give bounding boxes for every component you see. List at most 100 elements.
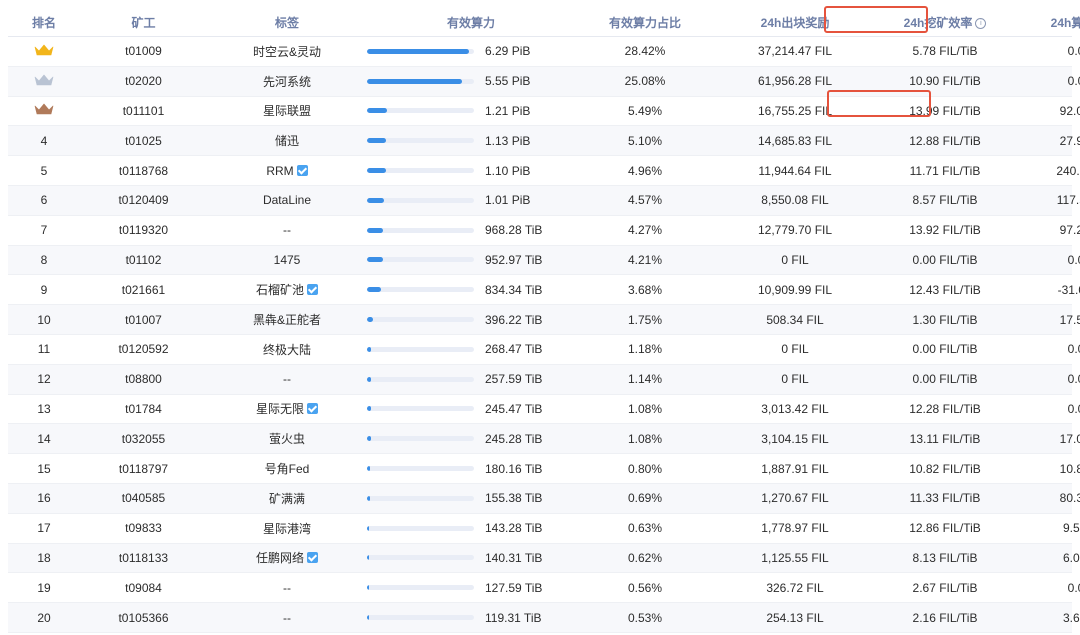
power-increase: 0.00 B	[1067, 74, 1080, 89]
bronze-crown-icon	[34, 103, 54, 115]
header-pct[interactable]: 有效算力占比	[575, 14, 715, 31]
power-share: 4.96%	[627, 163, 663, 178]
power-value: 834.34 TiB	[485, 282, 543, 297]
header-power-label: 有效算力	[446, 15, 495, 30]
block-reward: 1,778.97 FIL	[761, 521, 829, 536]
power-bar	[367, 108, 485, 114]
power-increase: 27.91 TiB	[1059, 133, 1080, 148]
tag-cell: --	[207, 223, 367, 237]
verified-icon	[307, 552, 318, 564]
power-bar-fill	[367, 495, 370, 501]
table-row[interactable]: 11 t0120592 终极大陆 268.47 TiB 1.18% 0 FIL 0.00 F…	[8, 335, 1080, 365]
miner-link[interactable]: t0118797	[80, 462, 207, 476]
table-row[interactable]: 16 t040585 矿满满 155.38 TiB 0.69% 1,270.67 FIL 1…	[8, 483, 1080, 514]
table-row[interactable]: 6 t0120409 DataLine 1.01 PiB 4.57% 8,550.08 F…	[8, 185, 1080, 216]
rank-cell: 19	[37, 580, 51, 595]
table-row[interactable]: 9 t021661 石榴矿池 834.34 TiB 3.68% 10,909.99 FIL…	[8, 275, 1080, 306]
power-increase: 97.22 TiB	[1059, 223, 1080, 238]
power-value: 180.16 TiB	[485, 461, 543, 476]
header-power[interactable]: 有效算力	[367, 14, 575, 31]
table-row[interactable]: 13 t01784 星际无限 245.47 TiB 1.08% 3,013.42 FIL 1…	[8, 395, 1080, 425]
power-increase: 0.00 B	[1067, 342, 1080, 357]
miner-link[interactable]: t01784	[80, 402, 207, 416]
miner-link[interactable]: t011101	[80, 104, 207, 118]
miner-link[interactable]: t0118133	[80, 551, 207, 565]
tag-cell: --	[207, 581, 367, 595]
mining-efficiency: 5.78 FIL/TiB	[912, 44, 978, 59]
mining-efficiency: 0.00 FIL/TiB	[912, 252, 978, 267]
power-bar-fill	[367, 466, 371, 472]
table-row[interactable]: 18 t0118133 任鹏网络 140.31 TiB 0.62% 1,125.55 FI…	[8, 543, 1080, 574]
info-icon[interactable]: i	[975, 17, 987, 29]
table-row[interactable]: 12 t08800 -- 257.59 TiB 1.14% 0 FIL 0.00 FIL/T…	[8, 364, 1080, 395]
miner-link[interactable]: t0120592	[80, 342, 207, 356]
block-reward: 254.13 FIL	[766, 610, 824, 625]
miner-link[interactable]: t032055	[80, 432, 207, 446]
mining-efficiency: 11.33 FIL/TiB	[909, 491, 981, 506]
tag-label: 时空云&灵动	[252, 44, 321, 59]
header-increase[interactable]: 24h算力增量	[1015, 14, 1080, 31]
header-tag[interactable]: 标签	[207, 14, 367, 31]
tag-label: --	[283, 610, 291, 625]
miner-link[interactable]: t08800	[80, 372, 207, 386]
table-row[interactable]: 7 t0119320 -- 968.28 TiB 4.27% 12,779.70 FIL 1…	[8, 216, 1080, 246]
table-row[interactable]: 5 t0118768 RRM 1.10 PiB 4.96% 11,944.64 FIL 11…	[8, 156, 1080, 186]
power-increase: 17.53 TiB	[1059, 312, 1080, 327]
power-bar-track	[367, 436, 474, 442]
miner-link[interactable]: t09084	[80, 581, 207, 595]
miner-link[interactable]: t01007	[80, 313, 207, 327]
mining-efficiency: 13.92 FIL/TiB	[909, 223, 981, 238]
table-row[interactable]: 17 t09833 星际港湾 143.28 TiB 0.63% 1,778.97 FIL 1…	[8, 514, 1080, 544]
power-bar	[367, 615, 485, 621]
tag-cell: 储迅	[207, 132, 367, 149]
miner-link[interactable]: t09833	[80, 521, 207, 535]
power-share: 25.08%	[624, 74, 666, 89]
power-bar	[367, 495, 485, 501]
miner-link[interactable]: t040585	[80, 491, 207, 505]
mining-efficiency: 12.28 FIL/TiB	[909, 401, 981, 416]
header-miner[interactable]: 矿工	[80, 14, 207, 31]
power-bar	[367, 585, 485, 591]
power-increase: 0.00 B	[1067, 372, 1080, 387]
miner-link[interactable]: t01102	[80, 253, 207, 267]
mining-efficiency: 12.88 FIL/TiB	[909, 133, 981, 148]
tag-label: DataLine	[262, 193, 312, 208]
header-rank[interactable]: 排名	[8, 14, 80, 31]
gold-crown-icon	[34, 44, 54, 56]
miner-link[interactable]: t021661	[80, 283, 207, 297]
power-value: 257.59 TiB	[485, 372, 543, 387]
table-row[interactable]: 20 t0105366 -- 119.31 TiB 0.53% 254.13 FIL 2.1…	[8, 603, 1080, 633]
block-reward: 508.34 FIL	[766, 312, 824, 327]
table-row[interactable]: t01009 时空云&灵动 6.29 PiB 28.42% 37,214.47 FIL 5…	[8, 37, 1080, 67]
tag-cell: 萤火虫	[207, 430, 367, 447]
table-row[interactable]: 8 t01102 1475 952.97 TiB 4.21% 0 FIL 0.00 FIL/…	[8, 245, 1080, 276]
tag-cell: 石榴矿池	[207, 281, 367, 298]
table-row[interactable]: 4 t01025 储迅 1.13 PiB 5.10% 14,685.83 FIL 12.88…	[8, 126, 1080, 157]
miner-link[interactable]: t0120409	[80, 193, 207, 207]
tag-cell: 星际港湾	[207, 520, 367, 537]
table-row[interactable]: 19 t09084 -- 127.59 TiB 0.56% 326.72 FIL 2.67 …	[8, 573, 1080, 604]
miner-link[interactable]: t0119320	[80, 223, 207, 237]
miner-link[interactable]: t01025	[80, 134, 207, 148]
tag-cell: --	[207, 611, 367, 625]
power-value: 268.47 TiB	[485, 342, 543, 357]
power-bar-fill	[367, 615, 370, 621]
tag-label: 黑犇&正舵者	[252, 313, 321, 328]
rank-cell: 7	[40, 223, 48, 238]
table-row[interactable]: 10 t01007 黑犇&正舵者 396.22 TiB 1.75% 508.34 FIL 1…	[8, 305, 1080, 335]
miner-link[interactable]: t02020	[80, 74, 207, 88]
table-body: t01009 时空云&灵动 6.29 PiB 28.42% 37,214.47 FIL 5…	[8, 37, 1080, 633]
power-bar	[367, 346, 485, 352]
power-increase: 10.84 TiB	[1059, 461, 1080, 476]
power-bar-track	[367, 615, 474, 621]
power-increase: 0.00 B	[1067, 580, 1080, 595]
miner-link[interactable]: t0118768	[80, 164, 207, 178]
miner-link[interactable]: t01009	[80, 44, 207, 58]
power-bar	[367, 138, 485, 144]
miner-link[interactable]: t0105366	[80, 611, 207, 625]
tag-label: 终极大陆	[262, 342, 311, 357]
tag-cell: RRM	[207, 164, 367, 178]
table-row[interactable]: 15 t0118797 号角Fed 180.16 TiB 0.80% 1,887.91 F…	[8, 454, 1080, 484]
power-share: 1.75%	[627, 312, 663, 327]
table-row[interactable]: 14 t032055 萤火虫 245.28 TiB 1.08% 3,104.15 FIL 1…	[8, 424, 1080, 455]
